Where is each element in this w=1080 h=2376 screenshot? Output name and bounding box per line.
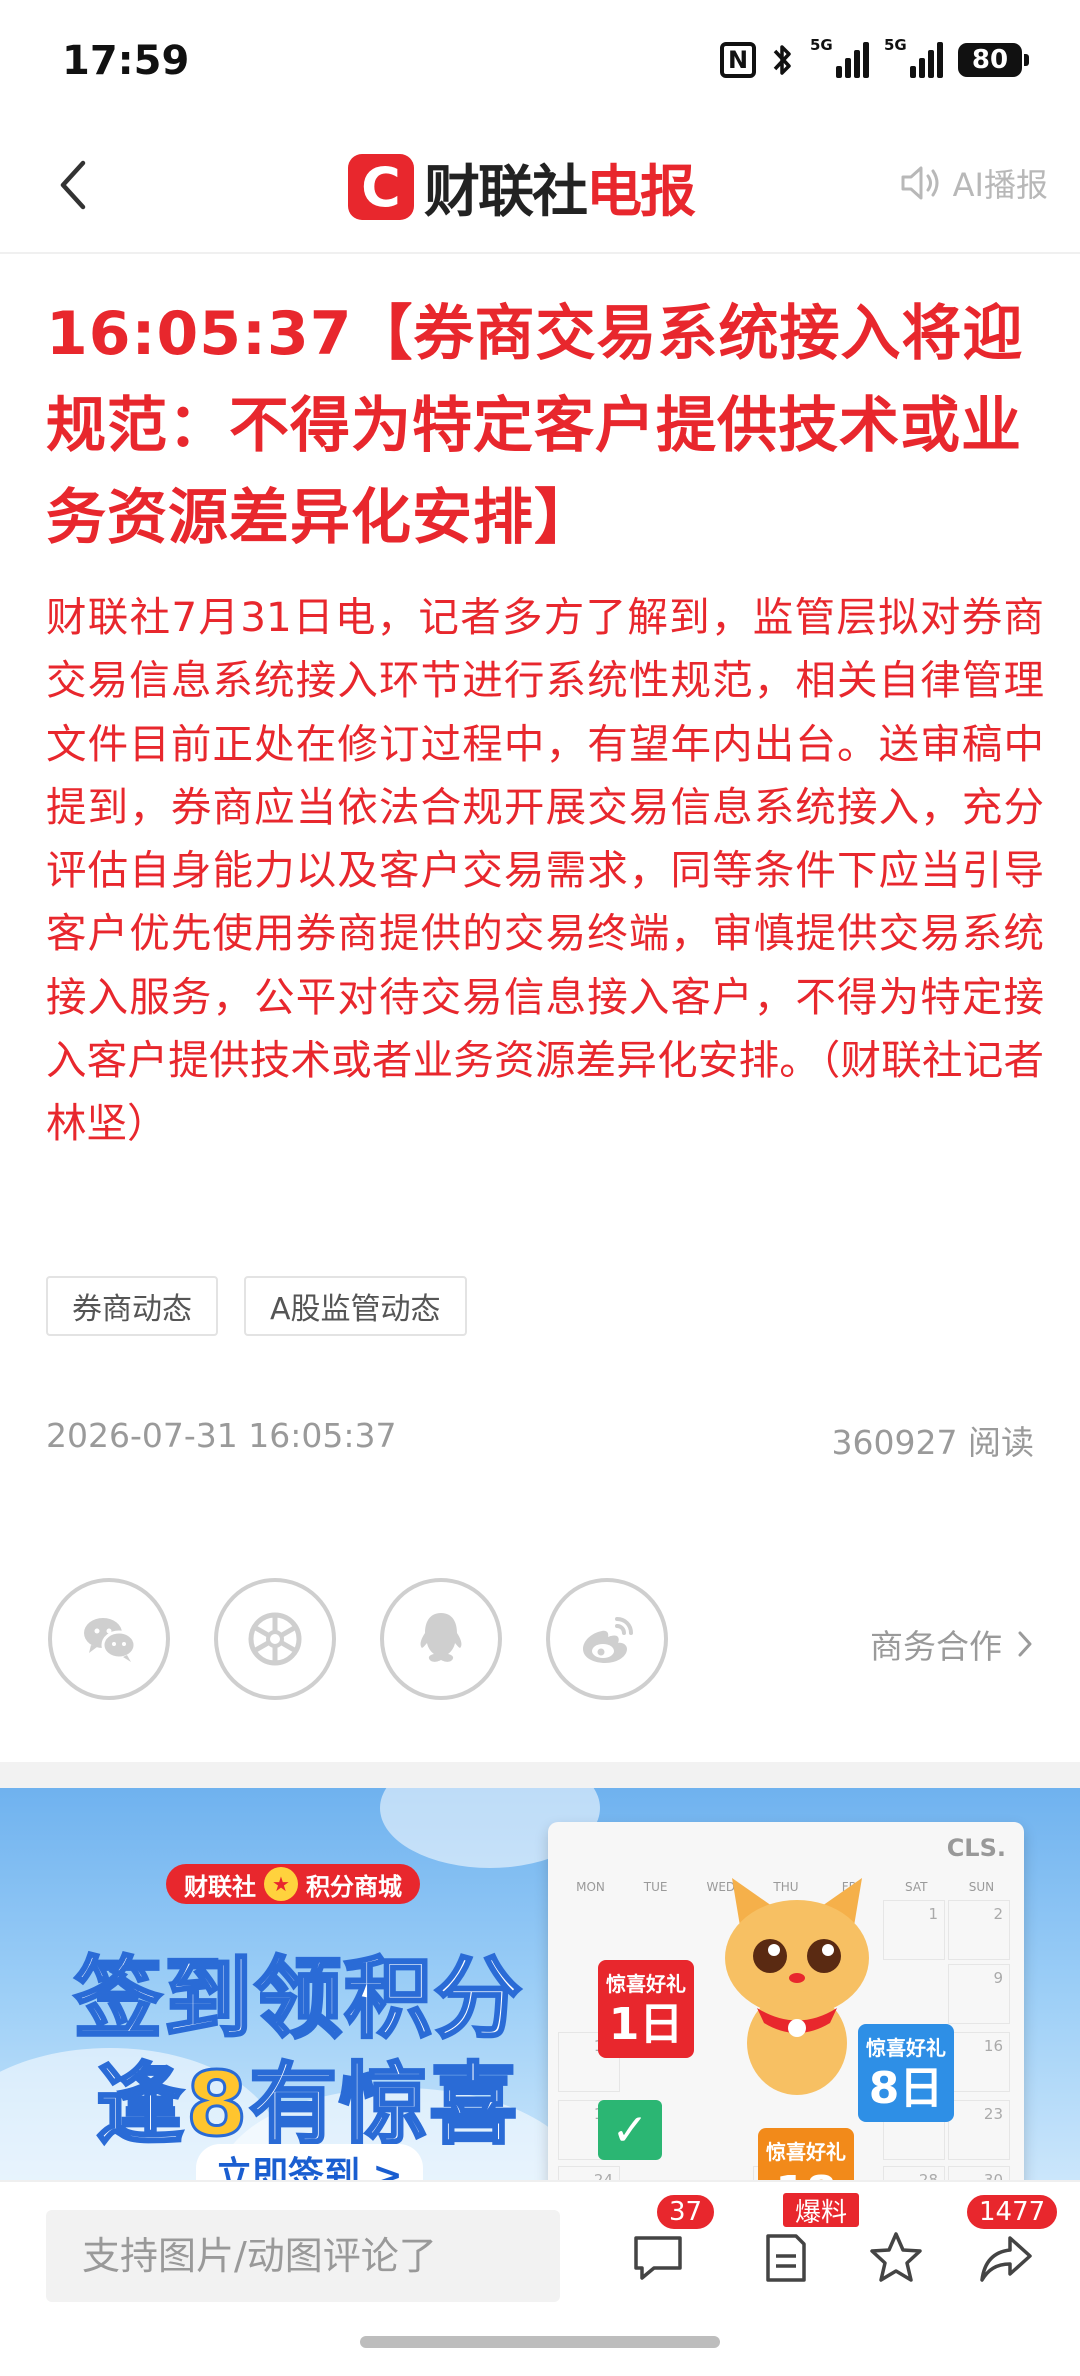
promo-banner[interactable]: 财联社 ★ 积分商城 签到领积分 逢8有惊喜 立即签到 > CLS. MON T… [0, 1788, 1080, 2180]
calendar-day: 24 [558, 2166, 620, 2180]
banner-title-part-a: 逢 [94, 2052, 187, 2158]
calendar-gift-day1: 惊喜好礼 1日 [598, 1960, 694, 2058]
banner-cta-button[interactable]: 立即签到 > [196, 2144, 423, 2180]
weekday-label: MON [576, 1880, 605, 1894]
calendar-day: 28 [883, 2166, 945, 2180]
logo-text-red: 电报 [586, 159, 696, 225]
coin-icon: ★ [264, 1867, 298, 1901]
weekday-label: SAT [905, 1880, 928, 1894]
calendar-day: 23 [948, 2100, 1010, 2160]
baoliao-button[interactable] [746, 2218, 826, 2298]
share-wechat-button[interactable] [48, 1578, 170, 1700]
banner-title-line2: 逢8有惊喜 [94, 2034, 520, 2161]
battery-icon: 80 [958, 43, 1029, 77]
share-qq-button[interactable] [380, 1578, 502, 1700]
chevron-left-icon [60, 160, 86, 210]
baoliao-badge: 爆料 [780, 2190, 863, 2230]
share-weibo-button[interactable] [546, 1578, 668, 1700]
status-bar: 17:59 N 5G 5G 80 [0, 0, 1080, 120]
header: C 财联社 电报 AI播报 [0, 120, 1080, 254]
calendar-day: 1 [883, 1900, 945, 1960]
calendar-day: 9 [948, 1964, 1010, 2024]
banner-brand-name: 财联社 [184, 1872, 256, 1901]
publish-date: 2026-07-31 16:05:37 [46, 1416, 397, 1455]
wechat-icon [84, 1618, 137, 1662]
article-body: 财联社7月31日电，记者多方了解到，监管层拟对券商交易信息系统接入环节进行系统性… [46, 593, 1044, 1148]
logo-mark: C [348, 154, 414, 220]
calendar-gift-day18: 惊喜好礼 18 [758, 2128, 854, 2180]
section-divider [0, 1762, 1080, 1788]
article-title: 16:05:37【券商交易系统接入将迎规范：不得为特定客户提供技术或业务资源差异… [46, 299, 1024, 553]
signal-icon: 5G [884, 36, 944, 80]
banner-brand-badge: 财联社 ★ 积分商城 [166, 1864, 420, 1904]
app-logo: C 财联社 电报 [348, 147, 696, 228]
back-button[interactable] [38, 150, 108, 220]
comment-icon [634, 2236, 682, 2280]
star-icon [870, 2232, 922, 2282]
chevron-right-icon [1018, 1631, 1032, 1657]
business-cooperation-label: 商务合作 [870, 1627, 1002, 1666]
status-time: 17:59 [62, 38, 190, 84]
signal-icon: 5G [810, 36, 870, 80]
tag-brokerage-news[interactable]: 券商动态 [46, 1276, 218, 1336]
share-row [48, 1578, 668, 1700]
status-icons: N 5G 5G 80 [720, 36, 1029, 80]
signal-label: 5G [810, 36, 833, 54]
banner-title-eight: 8 [185, 2052, 250, 2158]
logo-text: 财联社 电报 [424, 147, 696, 228]
document-icon [766, 2234, 806, 2282]
cat-mascot-icon [725, 1878, 869, 2095]
calendar-day: 2 [948, 1900, 1010, 1960]
signal-label: 5G [884, 36, 907, 54]
comment-input[interactable] [46, 2210, 560, 2302]
weibo-icon [583, 1617, 633, 1663]
checkmark-icon: ✓ [598, 2100, 662, 2160]
moments-icon [248, 1612, 302, 1666]
share-count-badge: 1477 [964, 2192, 1061, 2232]
gift-label: 惊喜好礼 [606, 1972, 686, 1996]
gift-label: 惊喜好礼 [766, 2140, 846, 2164]
logo-text-black: 财联社 [424, 159, 588, 225]
banner-title-part-c: 有惊喜 [248, 2052, 520, 2158]
gift-day: 1日 [608, 1999, 684, 2050]
share-moments-button[interactable] [214, 1578, 336, 1700]
speaker-icon [901, 166, 939, 200]
bluetooth-icon [770, 40, 796, 80]
home-indicator[interactable] [360, 2336, 720, 2348]
tag-a-share-regulation[interactable]: A股监管动态 [244, 1276, 467, 1336]
calendar-day: 30 [948, 2166, 1010, 2180]
business-cooperation-link[interactable]: 商务合作 [870, 1620, 1034, 1668]
promo-calendar: CLS. MON TUE WED THU FRI SAT SUN 1 2 9 1… [548, 1822, 1024, 2180]
banner-brand-sub: 积分商城 [306, 1872, 402, 1901]
calendar-day: 16 [948, 2032, 1010, 2092]
gift-day: 18 [758, 2165, 854, 2180]
ai-broadcast-button[interactable]: AI播报 [899, 160, 1048, 206]
ai-broadcast-label: AI播报 [952, 166, 1048, 204]
qq-icon [420, 1613, 462, 1662]
comment-count-badge: 37 [654, 2192, 718, 2232]
share-arrow-icon [980, 2236, 1032, 2282]
favorite-button[interactable] [856, 2218, 936, 2298]
read-count: 360927 阅读 [831, 1423, 1034, 1462]
nfc-icon: N [720, 42, 756, 78]
weekday-label: TUE [643, 1880, 668, 1894]
weekday-label: SUN [968, 1880, 995, 1894]
tag-list: 券商动态 A股监管动态 [46, 1276, 467, 1336]
calendar-brand: CLS. [946, 1834, 1006, 1862]
